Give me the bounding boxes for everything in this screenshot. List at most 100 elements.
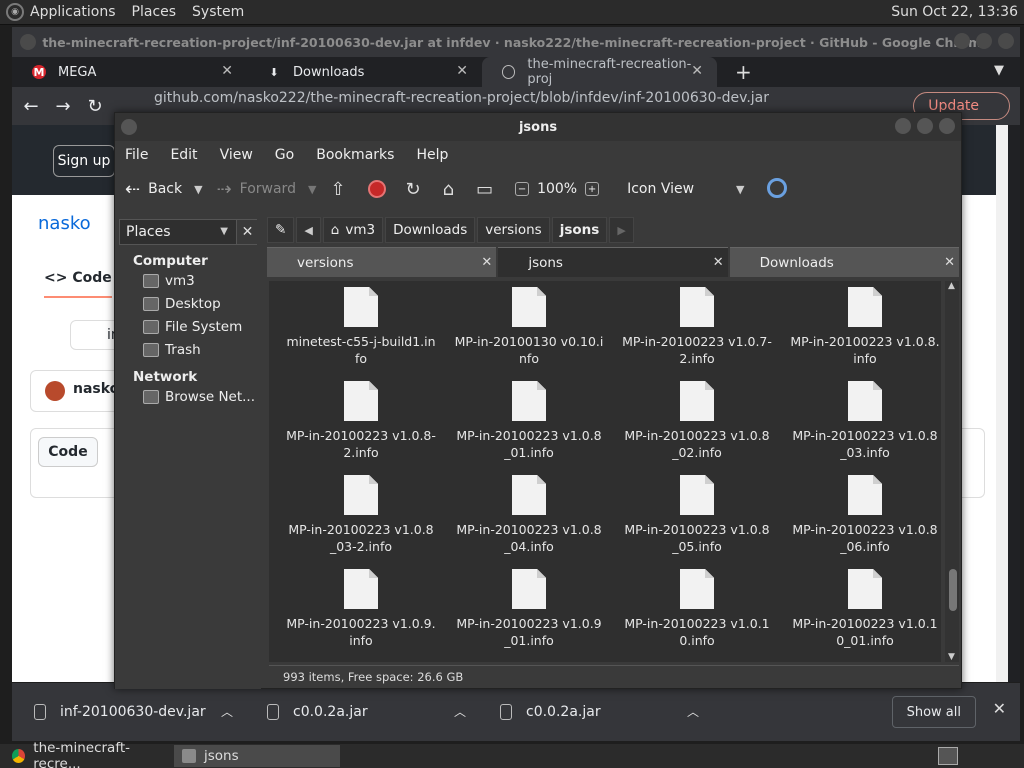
file-view[interactable]: minetest-c55-j-build1.info MP-in-2010013… <box>269 281 941 662</box>
menu-go[interactable]: Go <box>275 147 294 163</box>
file-item[interactable]: MP-in-20100223 v1.0.8_06.info <box>781 473 941 563</box>
show-all-button[interactable]: Show all <box>891 696 976 728</box>
code-tab[interactable]: <> Code <box>44 270 112 298</box>
file-item[interactable]: MP-in-20100223 v1.0.8_03.info <box>781 379 941 469</box>
maximize-icon[interactable] <box>917 118 933 134</box>
file-item-partial[interactable] <box>613 661 781 662</box>
close-icon[interactable]: ✕ <box>993 699 1006 718</box>
file-item[interactable]: MP-in-20100223 v1.0.10.info <box>613 567 781 657</box>
tab-downloads[interactable]: ⬇ Downloads ✕ <box>247 57 482 87</box>
chevron-down-icon[interactable]: ▼ <box>994 63 1004 78</box>
fm-tab-versions[interactable]: versions ✕ <box>267 247 497 277</box>
file-item-partial[interactable] <box>277 661 445 662</box>
back-button[interactable]: ⇠ Back ▼ <box>125 179 203 200</box>
stop-icon[interactable] <box>367 180 386 198</box>
reload-icon[interactable]: ↻ <box>86 96 104 117</box>
file-item[interactable]: MP-in-20100223 v1.0.8_03-2.info <box>277 473 445 563</box>
sidebar-item-file-system[interactable]: File System <box>115 315 261 338</box>
close-icon[interactable] <box>998 33 1014 49</box>
fm-tab-jsons[interactable]: jsons ✕ <box>498 247 728 277</box>
file-item[interactable]: MP-in-20100130 v0.10.info <box>445 285 613 375</box>
search-icon[interactable] <box>767 178 787 198</box>
taskbar-button-chrome[interactable]: the-minecraft-recre... <box>4 740 170 768</box>
file-item[interactable]: MP-in-20100223 v1.0.8-2.info <box>277 379 445 469</box>
tab-mega[interactable]: M MEGA ✕ <box>12 57 247 87</box>
menu-bookmarks[interactable]: Bookmarks <box>316 147 394 163</box>
repo-owner-link[interactable]: nasko <box>38 213 91 234</box>
file-item[interactable]: MP-in-20100223 v1.0.8_02.info <box>613 379 781 469</box>
home-icon[interactable]: ⌂ <box>443 179 454 200</box>
zoom-out-icon[interactable]: − <box>515 182 530 196</box>
menu-system[interactable]: System <box>192 4 244 20</box>
file-item[interactable]: MP-in-20100223 v1.0.8_04.info <box>445 473 613 563</box>
file-item[interactable]: MP-in-20100223 v1.0.7-2.info <box>613 285 781 375</box>
new-tab-icon[interactable]: + <box>735 60 752 84</box>
minimize-icon[interactable] <box>954 33 970 49</box>
page-scrollbar[interactable] <box>996 125 1008 682</box>
maximize-icon[interactable] <box>976 33 992 49</box>
path-right-arrow[interactable]: ▶ <box>609 217 634 243</box>
download-item[interactable]: c0.0.2a.jar ︿ <box>245 683 478 741</box>
file-item-partial[interactable] <box>445 661 613 662</box>
zoom-in-icon[interactable]: + <box>585 182 600 196</box>
forward-arrow-icon[interactable]: → <box>54 96 72 117</box>
menu-file[interactable]: File <box>125 147 148 163</box>
tab-close-icon[interactable]: ✕ <box>944 255 955 270</box>
download-item[interactable]: inf-20100630-dev.jar ︿ <box>12 683 245 741</box>
sign-up-button[interactable]: Sign up <box>53 145 115 177</box>
workspace-switcher[interactable] <box>938 747 958 765</box>
file-item[interactable]: MP-in-20100223 v1.0.8_05.info <box>613 473 781 563</box>
sidebar-item-vm3[interactable]: vm3 <box>115 269 261 292</box>
close-icon[interactable] <box>939 118 955 134</box>
sidebar-item-browse-network[interactable]: Browse Net... <box>115 385 261 408</box>
reload-icon[interactable]: ↻ <box>406 179 421 200</box>
system-logo-icon[interactable]: ◉ <box>6 3 24 21</box>
window-menu-icon[interactable] <box>121 119 137 135</box>
taskbar-button-jsons[interactable]: jsons <box>174 745 340 767</box>
file-item[interactable]: minetest-c55-j-build1.info <box>277 285 445 375</box>
file-item[interactable]: MP-in-20100223 v1.0.9_01.info <box>445 567 613 657</box>
file-item[interactable]: MP-in-20100223 v1.0.10_01.info <box>781 567 941 657</box>
path-left-arrow[interactable]: ◀ <box>296 217 321 243</box>
menu-edit[interactable]: Edit <box>170 147 197 163</box>
view-selector[interactable]: Icon View ▼ <box>617 181 744 197</box>
chevron-up-icon[interactable]: ︿ <box>454 703 466 720</box>
clock[interactable]: Sun Oct 22, 13:36 <box>891 4 1018 20</box>
close-icon[interactable]: ✕ <box>236 220 258 244</box>
menu-help[interactable]: Help <box>416 147 448 163</box>
window-menu-icon[interactable] <box>20 34 36 50</box>
path-segment-vm3[interactable]: ⌂ vm3 <box>322 217 384 243</box>
download-item[interactable]: c0.0.2a.jar ︿ <box>478 683 711 741</box>
chevron-down-icon[interactable]: ▼ <box>194 183 202 196</box>
menu-view[interactable]: View <box>220 147 253 163</box>
back-arrow-icon[interactable]: ← <box>22 96 40 117</box>
file-view-scrollbar[interactable]: ▲ ▼ <box>945 281 959 662</box>
edit-location-icon[interactable]: ✎ <box>267 217 295 243</box>
sidebar-selector[interactable]: Places ▼ ✕ <box>119 219 258 245</box>
scroll-down-icon[interactable]: ▼ <box>948 652 955 662</box>
menu-applications[interactable]: Applications <box>30 4 116 20</box>
file-item[interactable]: MP-in-20100223 v1.0.9.info <box>277 567 445 657</box>
path-segment-jsons[interactable]: jsons <box>551 217 608 243</box>
file-item[interactable]: MP-in-20100223 v1.0.8_01.info <box>445 379 613 469</box>
sidebar-item-trash[interactable]: Trash <box>115 338 261 361</box>
computer-icon[interactable]: ▭ <box>476 179 493 200</box>
sidebar-item-desktop[interactable]: Desktop <box>115 292 261 315</box>
fm-tab-downloads[interactable]: Downloads ✕ <box>729 247 959 277</box>
path-segment-versions[interactable]: versions <box>477 217 550 243</box>
path-segment-downloads[interactable]: Downloads <box>385 217 476 243</box>
tab-close-icon[interactable]: ✕ <box>481 255 492 270</box>
up-arrow-icon[interactable]: ⇧ <box>330 179 345 200</box>
tab-close-icon[interactable]: ✕ <box>456 63 468 79</box>
file-item-partial[interactable] <box>781 661 941 662</box>
scrollbar-thumb[interactable] <box>949 569 957 611</box>
code-button[interactable]: Code <box>38 437 98 467</box>
chevron-up-icon[interactable]: ︿ <box>221 703 233 720</box>
tab-close-icon[interactable]: ✕ <box>221 63 233 79</box>
chevron-up-icon[interactable]: ︿ <box>687 703 699 720</box>
chevron-down-icon[interactable]: ▼ <box>308 183 316 196</box>
scroll-up-icon[interactable]: ▲ <box>948 281 955 291</box>
forward-button[interactable]: ⇢ Forward ▼ <box>217 179 317 200</box>
menu-places[interactable]: Places <box>132 4 177 20</box>
url-field[interactable]: github.com/nasko222/the-minecraft-recrea… <box>154 90 769 106</box>
